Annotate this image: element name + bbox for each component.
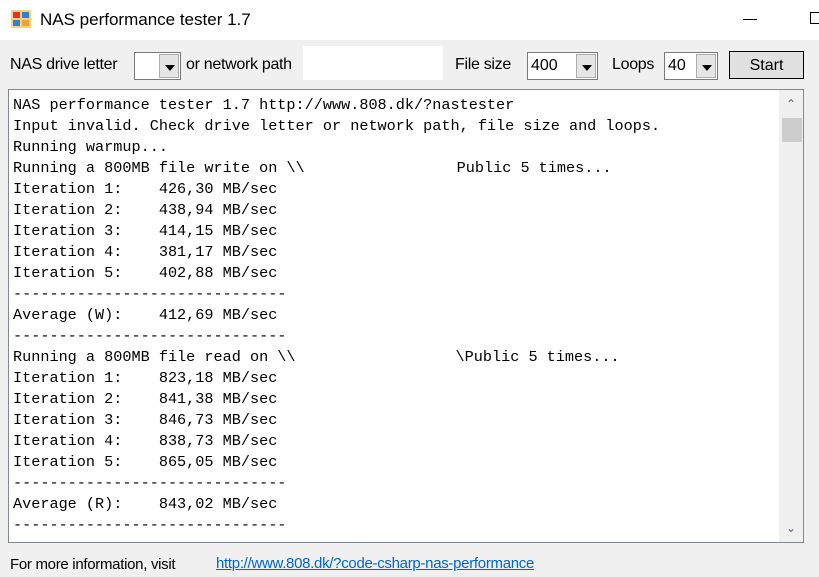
redacted-host <box>304 158 457 177</box>
log-line: ------------------------------ <box>13 327 287 345</box>
loops-combo[interactable]: 40 <box>664 52 718 80</box>
log-line: ------------------------------ <box>13 474 287 492</box>
log-line: Average (R): 843,02 MB/sec <box>13 495 278 513</box>
log-line: Iteration 5: 402,88 MB/sec <box>13 264 278 282</box>
log-line: ------------------------------ <box>13 516 287 534</box>
log-line: Iteration 1: 823,18 MB/sec <box>13 369 278 387</box>
log-line: Input invalid. Check drive letter or net… <box>13 117 661 135</box>
log-line: Iteration 2: 438,94 MB/sec <box>13 201 278 219</box>
footer-text: For more information, visit <box>10 556 176 573</box>
log-line: Average (W): 412,69 MB/sec <box>13 306 278 324</box>
output-lines: NAS performance tester 1.7 http://www.80… <box>13 95 783 536</box>
log-line: Iteration 1: 426,30 MB/sec <box>13 180 278 198</box>
log-line: Iteration 3: 414,15 MB/sec <box>13 222 278 240</box>
log-line: Iteration 4: 381,17 MB/sec <box>13 243 278 261</box>
network-path-label: or network path <box>186 56 292 73</box>
loops-value: 40 <box>668 57 686 74</box>
scroll-down-icon[interactable]: ⌄ <box>779 516 803 540</box>
chevron-down-icon[interactable] <box>696 54 716 78</box>
log-line: ------------------------------ <box>13 285 287 303</box>
app-icon <box>11 10 31 28</box>
title-bar: NAS performance tester 1.7 <box>0 0 819 40</box>
footer-link[interactable]: http://www.808.dk/?code-csharp-nas-perfo… <box>216 555 534 572</box>
drive-letter-combo[interactable] <box>134 52 181 80</box>
scroll-up-icon[interactable]: ⌃ <box>779 92 803 116</box>
log-line: Running a 800MB file write on \\ Public 5… <box>13 158 783 179</box>
minimize-icon[interactable] <box>743 19 757 20</box>
file-size-combo[interactable]: 400 <box>527 52 598 80</box>
window-title: NAS performance tester 1.7 <box>40 10 251 29</box>
log-line-prefix: Running a 800MB file read on \\ <box>13 348 296 366</box>
drive-letter-label: NAS drive letter <box>10 56 118 73</box>
log-line-suffix: Public 5 times... <box>456 159 612 177</box>
log-line: Iteration 3: 846,73 MB/sec <box>13 411 278 429</box>
output-log[interactable]: NAS performance tester 1.7 http://www.80… <box>8 89 804 543</box>
loops-label: Loops <box>612 56 655 73</box>
network-path-input[interactable] <box>303 46 443 80</box>
log-line-suffix: \Public 5 times... <box>455 348 620 366</box>
log-line: Running a 800MB file read on \\ \Public 5… <box>13 347 783 368</box>
log-line: Iteration 4: 838,73 MB/sec <box>13 432 278 450</box>
log-line: Running warmup... <box>13 138 168 156</box>
maximize-icon[interactable] <box>810 12 819 24</box>
scroll-thumb[interactable] <box>782 118 802 142</box>
log-line: NAS performance tester 1.7 http://www.80… <box>13 96 515 114</box>
log-line-prefix: Running a 800MB file write on \\ <box>13 159 305 177</box>
chevron-down-icon[interactable] <box>576 54 596 78</box>
file-size-value: 400 <box>531 57 558 74</box>
redacted-host <box>295 347 456 366</box>
start-button[interactable]: Start <box>729 51 804 79</box>
chevron-down-icon[interactable] <box>159 54 179 78</box>
vertical-scrollbar[interactable]: ⌃ ⌄ <box>779 90 803 542</box>
file-size-label: File size <box>455 56 511 73</box>
log-line: Iteration 5: 865,05 MB/sec <box>13 453 278 471</box>
log-line: Iteration 2: 841,38 MB/sec <box>13 390 278 408</box>
